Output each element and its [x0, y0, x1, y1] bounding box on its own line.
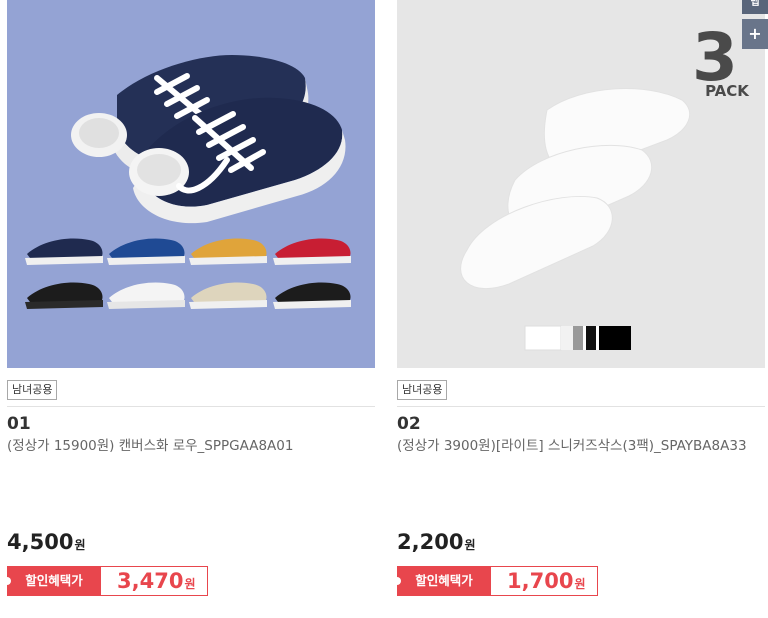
- currency-unit: 원: [74, 538, 86, 552]
- product-image-socks[interactable]: 3 PACK: [397, 0, 765, 368]
- discount-benefit-box: 할인혜택가 3,470원: [3, 566, 209, 596]
- unisex-badge: 남녀공용: [397, 380, 448, 400]
- product-name-link[interactable]: (정상가 3900원)[라이트] 스니커즈삭스(3팩)_SPAYBA8A33: [397, 436, 747, 456]
- product-card-1[interactable]: 남녀공용 01 (정상가 15900원) 캔버스화 로우_SPPGAA8A01 …: [3, 0, 375, 596]
- notch-dot: [3, 577, 11, 585]
- currency-unit: 원: [184, 577, 196, 591]
- discount-benefit-text: 할인혜택가: [415, 573, 473, 588]
- product-number: 02: [397, 414, 421, 434]
- pack-label: PACK: [705, 82, 750, 100]
- discount-benefit-text: 할인혜택가: [25, 573, 83, 588]
- price-value: 4,500: [7, 530, 74, 554]
- product-image-canvas-sneakers[interactable]: [7, 0, 375, 368]
- socks-illustration: 3 PACK: [460, 19, 750, 351]
- product-name-link[interactable]: (정상가 15900원) 캔버스화 로우_SPPGAA8A01: [7, 436, 357, 456]
- product-number: 01: [7, 414, 31, 434]
- currency-unit: 원: [574, 577, 586, 591]
- discount-benefit-label: 할인혜택가: [3, 566, 101, 596]
- unisex-badge: 남녀공용: [7, 380, 58, 400]
- side-menu-button[interactable]: 맵: [742, 0, 768, 14]
- currency-unit: 원: [464, 538, 476, 552]
- divider: [7, 406, 375, 407]
- product-price: 2,200원: [397, 530, 475, 554]
- discount-price: 1,700원: [491, 566, 599, 596]
- discount-benefit-label: 할인혜택가: [393, 566, 491, 596]
- sneakers-illustration: [25, 55, 351, 309]
- add-button[interactable]: +: [742, 19, 768, 49]
- price-value: 2,200: [397, 530, 464, 554]
- discount-price-value: 3,470: [117, 569, 184, 593]
- discount-benefit-box: 할인혜택가 1,700원: [393, 566, 599, 596]
- discount-price: 3,470원: [101, 566, 209, 596]
- product-price: 4,500원: [7, 530, 85, 554]
- discount-price-value: 1,700: [507, 569, 574, 593]
- product-card-2[interactable]: 3 PACK 남녀공용 02 (정상가 3900원)[라이트] 스니커즈삭스(3…: [393, 0, 765, 596]
- notch-dot: [393, 577, 401, 585]
- divider: [397, 406, 765, 407]
